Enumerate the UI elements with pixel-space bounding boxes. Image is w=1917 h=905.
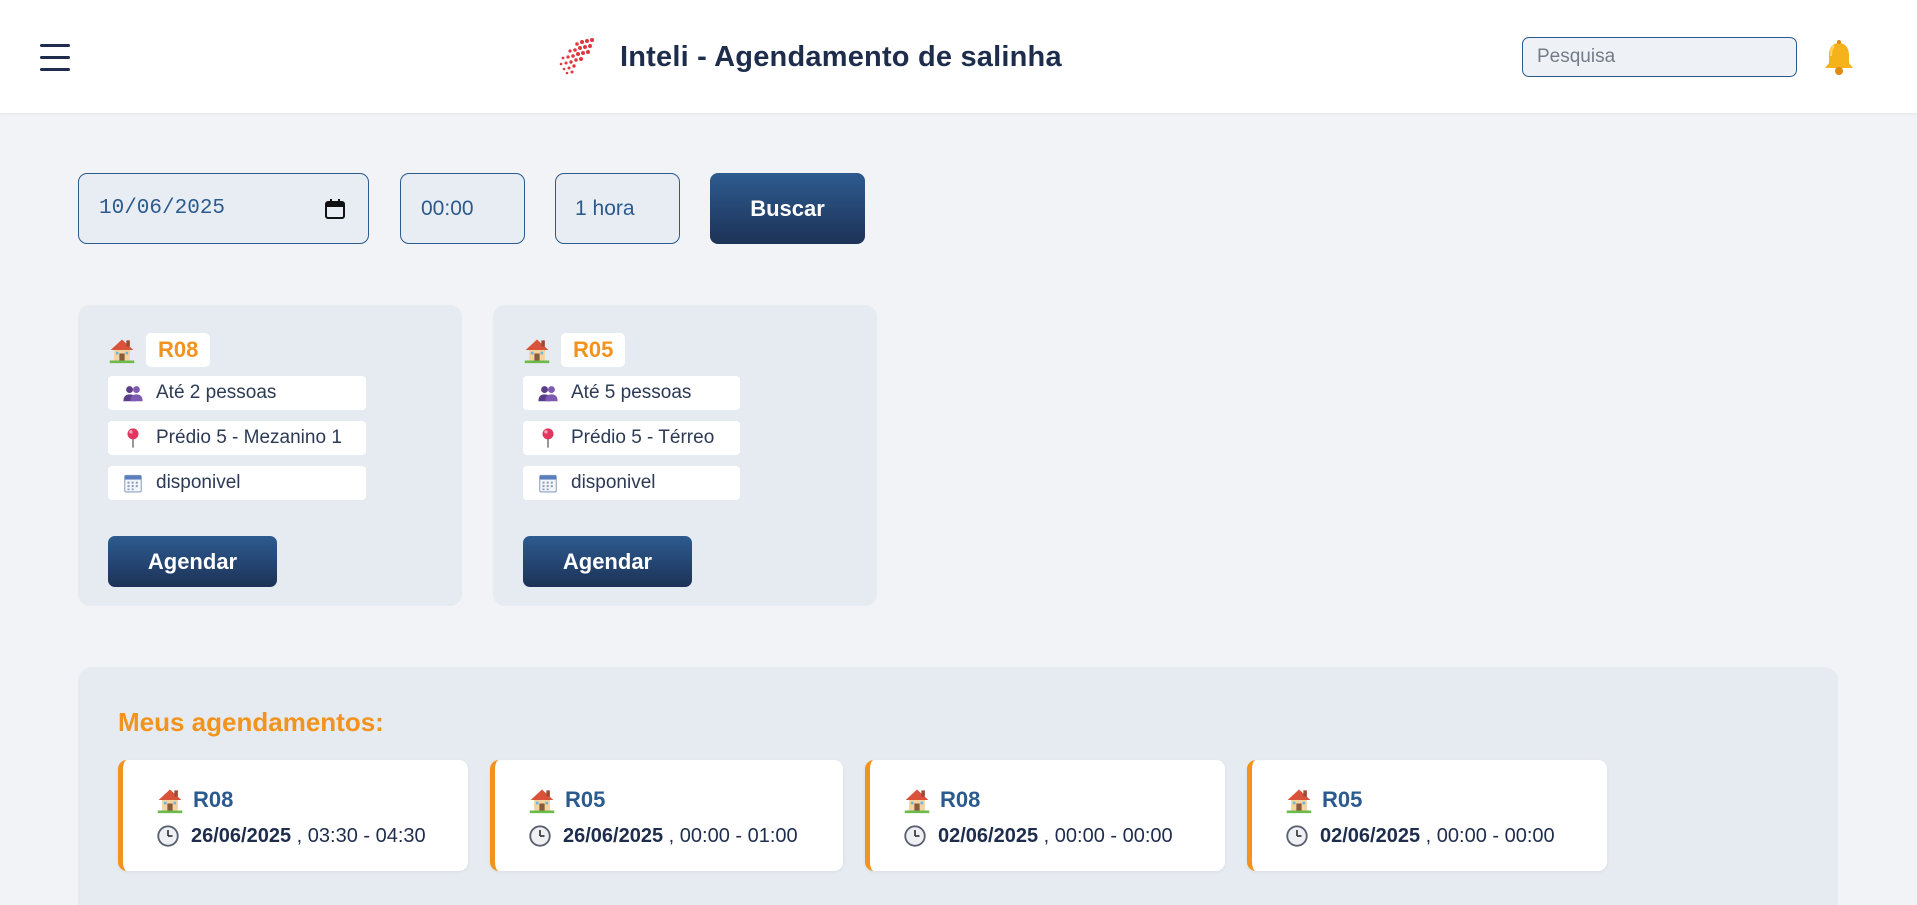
room-status: disponivel [523,466,740,500]
pin-icon [537,427,559,449]
booking-card[interactable]: R05 26/06/2025 , 00:00 - 01:00 [490,760,843,871]
booking-time: , 03:30 - 04:30 [296,824,426,847]
clock-icon [1285,824,1309,848]
room-location: Prédio 5 - Mezanino 1 [108,421,366,455]
booking-room-code: R05 [1322,787,1363,812]
menu-icon[interactable] [40,44,72,74]
room-location-text: Prédio 5 - Térreo [571,427,715,448]
booking-room-code: R08 [193,787,234,812]
booking-room-code: R08 [940,787,981,812]
my-bookings-title: Meus agendamentos: [118,707,384,737]
booking-time: , 00:00 - 00:00 [1043,824,1173,847]
room-capacity-text: Até 2 pessoas [156,382,277,403]
room-capacity: Até 2 pessoas [108,376,366,410]
booking-date: 02/06/2025 [938,824,1039,847]
room-capacity-text: Até 5 pessoas [571,382,692,403]
pin-icon [122,427,144,449]
booking-datetime: 02/06/2025 , 00:00 - 00:00 [1285,824,1555,848]
booking-time: , 00:00 - 01:00 [668,824,798,847]
room-status-text: disponivel [156,472,241,493]
booking-datetime: 26/06/2025 , 00:00 - 01:00 [528,824,798,848]
house-icon [523,336,551,364]
room-card: R08 Até 2 pessoas Prédio 5 - Mezanino 1 … [78,305,462,606]
room-capacity: Até 5 pessoas [523,376,740,410]
room-status: disponivel [108,466,366,500]
date-value: 10/06/2025 [99,197,226,220]
date-input[interactable]: 10/06/2025 [78,173,369,244]
app-header: Inteli - Agendamento de salinha [0,0,1917,113]
booking-room-code: R05 [565,787,606,812]
booking-card[interactable]: R08 26/06/2025 , 03:30 - 04:30 [118,760,468,871]
calendar-icon [122,472,144,494]
schedule-button[interactable]: Agendar [108,536,277,587]
booking-date: 02/06/2025 [1320,824,1421,847]
duration-select[interactable]: 1 hora [555,173,680,244]
room-header: R08 [108,333,211,367]
booking-datetime: 02/06/2025 , 00:00 - 00:00 [903,824,1173,848]
booking-room: R08 [903,786,980,814]
booking-room: R05 [528,786,605,814]
time-input[interactable]: 00:00 [400,173,525,244]
room-code: R05 [561,333,626,367]
room-code: R08 [146,333,211,367]
clock-icon [156,824,180,848]
calendar-icon[interactable] [324,198,346,220]
my-bookings-panel: Meus agendamentos: R08 26/06/2025 , 03:3… [78,667,1838,905]
house-icon [1285,786,1313,814]
booking-date: 26/06/2025 [563,824,664,847]
room-header: R05 [523,333,626,367]
duration-value: 1 hora [575,196,635,220]
booking-time: , 00:00 - 00:00 [1425,824,1555,847]
booking-card[interactable]: R08 02/06/2025 , 00:00 - 00:00 [865,760,1225,871]
people-icon [122,382,144,404]
house-icon [528,786,556,814]
calendar-icon [537,472,559,494]
booking-date: 26/06/2025 [191,824,292,847]
house-icon [903,786,931,814]
clock-icon [528,824,552,848]
clock-icon [903,824,927,848]
booking-card[interactable]: R05 02/06/2025 , 00:00 - 00:00 [1247,760,1607,871]
people-icon [537,382,559,404]
brand: Inteli - Agendamento de salinha [554,36,1062,78]
time-value: 00:00 [421,196,474,220]
bell-icon[interactable] [1822,40,1856,76]
house-icon [156,786,184,814]
search-button[interactable]: Buscar [710,173,865,244]
booking-room: R05 [1285,786,1362,814]
booking-room: R08 [156,786,233,814]
room-card: R05 Até 5 pessoas Prédio 5 - Térreo disp… [493,305,877,606]
inteli-logo [559,38,594,75]
booking-datetime: 26/06/2025 , 03:30 - 04:30 [156,824,426,848]
schedule-button[interactable]: Agendar [523,536,692,587]
house-icon [108,336,136,364]
search-input[interactable] [1522,37,1797,77]
page-title: Inteli - Agendamento de salinha [620,40,1062,73]
room-location-text: Prédio 5 - Mezanino 1 [156,427,342,448]
room-status-text: disponivel [571,472,656,493]
room-location: Prédio 5 - Térreo [523,421,740,455]
